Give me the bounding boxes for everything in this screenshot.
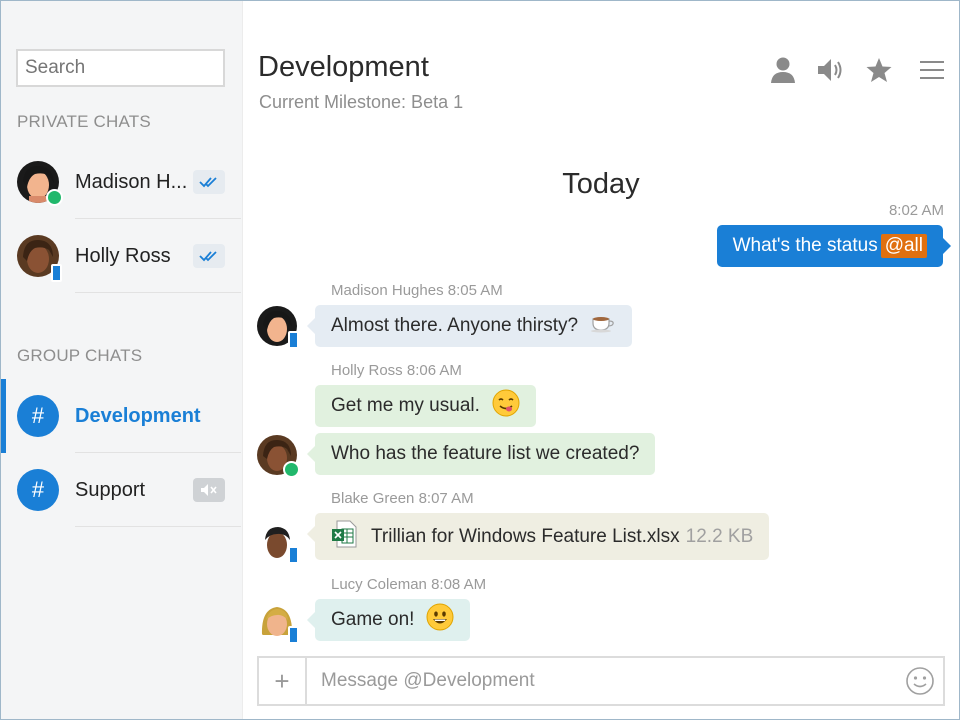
sender-name: Lucy Coleman	[331, 576, 427, 593]
grin-emoji-icon	[426, 603, 454, 637]
channel-hash-icon: #	[17, 395, 59, 437]
mention-tag[interactable]: @all	[880, 234, 927, 258]
message-bubble[interactable]: Get me my usual.	[315, 385, 536, 427]
chat-name: Development	[75, 404, 201, 427]
message-text: Get me my usual.	[331, 395, 480, 416]
message-time: 8:05 AM	[447, 282, 503, 299]
message-time: 8:08 AM	[431, 576, 487, 593]
page-title: Development	[258, 51, 429, 83]
chat-item-holly[interactable]: Holly Ross	[1, 219, 241, 293]
message-text: Who has the feature list we created?	[331, 443, 640, 464]
online-status-icon	[46, 189, 63, 206]
chat-item-development[interactable]: # Development	[1, 379, 241, 453]
avatar	[257, 306, 299, 349]
message-bubble[interactable]: Game on!	[306, 599, 471, 641]
channel-topic: Current Milestone: Beta 1	[259, 92, 464, 112]
read-receipt-icon	[193, 170, 225, 194]
mobile-status-icon	[288, 546, 299, 564]
avatar	[257, 601, 299, 644]
avatar	[257, 435, 300, 478]
message-meta: Madison Hughes 8:05 AM	[331, 282, 503, 299]
file-name: Trillian for Windows Feature List.xlsx	[371, 525, 680, 547]
emoji-picker-icon[interactable]	[897, 658, 943, 704]
message-meta: Blake Green 8:07 AM	[331, 490, 474, 507]
message-bubble[interactable]: Almost there. Anyone thirsty?	[306, 305, 633, 347]
channel-hash-icon: #	[17, 469, 59, 511]
mobile-status-icon	[288, 626, 299, 644]
add-attachment-button[interactable]: +	[259, 658, 307, 704]
day-divider: Today	[562, 168, 640, 200]
chat-item-support[interactable]: # Support	[1, 453, 241, 527]
avatar	[257, 521, 299, 564]
file-size: 12.2 KB	[685, 525, 754, 547]
read-receipt-icon	[193, 244, 225, 268]
user-icon[interactable]	[766, 53, 800, 87]
chat-name: Madison H...	[75, 170, 188, 193]
menu-icon[interactable]	[915, 53, 949, 87]
avatar	[17, 161, 63, 206]
muted-icon	[193, 478, 225, 502]
online-status-icon	[283, 461, 300, 478]
sender-name: Holly Ross	[331, 362, 403, 379]
group-chats-title: GROUP CHATS	[17, 346, 143, 365]
chat-name: Support	[75, 478, 146, 501]
message-time: 8:06 AM	[406, 362, 462, 379]
mobile-status-icon	[51, 264, 62, 282]
app-window: PRIVATE CHATS Madison H...	[0, 0, 960, 720]
chat-item-madison[interactable]: Madison H...	[1, 145, 241, 219]
sender-name: Blake Green	[331, 490, 415, 507]
message-text: Almost there. Anyone thirsty?	[331, 315, 579, 336]
file-attachment[interactable]: Trillian for Windows Feature List.xlsx 1…	[306, 513, 770, 560]
message-meta: Lucy Coleman 8:08 AM	[331, 576, 486, 593]
message-text: What's the status	[732, 235, 878, 256]
yum-emoji-icon	[492, 389, 520, 423]
message-text: Game on!	[331, 609, 415, 630]
message-time: 8:07 AM	[418, 490, 474, 507]
chat-panel: Development Current Milestone: Beta 1 To…	[243, 1, 959, 719]
chat-name: Holly Ross	[75, 244, 171, 267]
message-composer: +	[257, 656, 945, 706]
search-input[interactable]	[16, 49, 225, 87]
message-bubble-outgoing[interactable]: What's the status @all	[716, 225, 952, 267]
avatar	[17, 235, 62, 282]
coffee-emoji-icon	[590, 313, 616, 339]
star-icon[interactable]	[862, 53, 896, 87]
spreadsheet-file-icon	[331, 520, 357, 554]
sidebar: PRIVATE CHATS Madison H...	[1, 1, 243, 719]
mobile-status-icon	[288, 331, 299, 349]
message-meta: Holly Ross 8:06 AM	[331, 362, 462, 379]
message-time: 8:02 AM	[888, 202, 944, 219]
private-chats-title: PRIVATE CHATS	[17, 112, 151, 131]
message-bubble[interactable]: Who has the feature list we created?	[306, 433, 656, 475]
speaker-icon[interactable]	[814, 53, 848, 87]
sender-name: Madison Hughes	[331, 282, 444, 299]
message-input[interactable]	[307, 658, 897, 704]
